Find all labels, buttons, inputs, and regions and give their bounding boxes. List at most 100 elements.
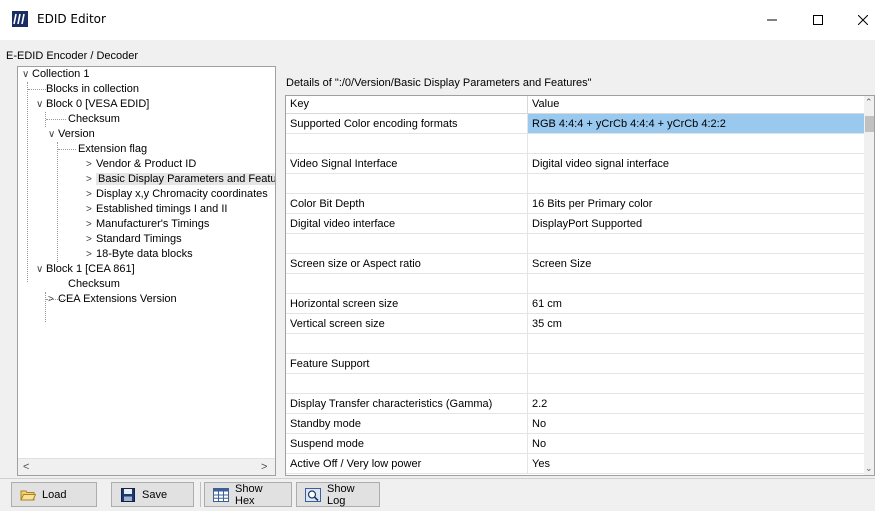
minimize-button[interactable] bbox=[749, 0, 795, 40]
chevron-right-icon[interactable]: > bbox=[86, 217, 96, 232]
cell-divider bbox=[527, 294, 528, 314]
row-key: Display Transfer characteristics (Gamma) bbox=[290, 398, 493, 410]
table-row[interactable]: Video Signal Interface Digital video sign… bbox=[286, 154, 864, 174]
cell-divider bbox=[527, 354, 528, 374]
tree-item-collection[interactable]: ∨ Collection 1 bbox=[22, 67, 89, 82]
show-log-button-label: Show Log bbox=[327, 482, 355, 507]
tree-view[interactable]: ∨ Collection 1 Blocks in collection ∨ Bloc… bbox=[17, 66, 276, 476]
scroll-left-button[interactable]: < bbox=[23, 461, 29, 473]
table-header: Key Value bbox=[286, 96, 864, 114]
tree-item-block-1[interactable]: ∨ Block 1 [CEA 861] bbox=[36, 262, 135, 277]
tree-item-18-byte-data-blocks[interactable]: >18-Byte data blocks bbox=[86, 247, 193, 262]
cell-divider bbox=[527, 394, 528, 414]
chevron-right-icon[interactable]: > bbox=[48, 292, 58, 307]
tree-item-chromacity-coordinates[interactable]: > Display x,y Chromacity coordinates bbox=[86, 187, 268, 202]
row-key: Video Signal Interface bbox=[290, 158, 398, 170]
table-row[interactable] bbox=[286, 234, 864, 254]
cell-divider bbox=[527, 414, 528, 434]
scroll-right-button[interactable]: > bbox=[261, 461, 267, 473]
row-key: Horizontal screen size bbox=[290, 298, 399, 310]
group-title: E-EDID Encoder / Decoder bbox=[6, 50, 139, 62]
row-key: Supported Color encoding formats bbox=[290, 118, 458, 130]
cell-divider bbox=[527, 214, 528, 234]
horizontal-scrollbar[interactable]: < > bbox=[18, 458, 275, 475]
maximize-button[interactable] bbox=[795, 0, 841, 40]
save-button[interactable]: Save bbox=[111, 482, 194, 507]
chevron-right-icon[interactable]: > bbox=[86, 172, 96, 187]
window-title: EDID Editor bbox=[37, 12, 106, 26]
chevron-right-icon[interactable]: > bbox=[86, 157, 96, 172]
tree-item-cea-extensions-version[interactable]: > CEA Extensions Version bbox=[48, 292, 177, 307]
row-key: Vertical screen size bbox=[290, 318, 385, 330]
table-row[interactable]: Suspend mode No bbox=[286, 434, 864, 454]
tree-connector bbox=[57, 142, 58, 262]
title-bar: EDID Editor bbox=[0, 0, 875, 40]
table-row[interactable] bbox=[286, 374, 864, 394]
show-log-button[interactable]: Show Log bbox=[296, 482, 380, 507]
table-row[interactable]: Vertical screen size 35 cm bbox=[286, 314, 864, 334]
chevron-down-icon[interactable]: ∨ bbox=[36, 262, 46, 277]
app-logo-icon bbox=[12, 11, 28, 27]
tree-item-standard-timings[interactable]: > Standard Timings bbox=[86, 232, 182, 247]
cell-divider bbox=[527, 274, 528, 294]
tree-item-block-0[interactable]: ∨ Block 0 [VESA EDID] bbox=[36, 97, 149, 112]
details-table[interactable]: Key Value Supported Color encoding forma… bbox=[285, 95, 875, 476]
table-row[interactable]: Display Transfer characteristics (Gamma)… bbox=[286, 394, 864, 414]
tree-item-blocks-in-collection[interactable]: Blocks in collection bbox=[36, 82, 139, 97]
table-row[interactable]: Feature Support bbox=[286, 354, 864, 374]
chevron-down-icon[interactable]: ∨ bbox=[48, 127, 58, 142]
tree-connector bbox=[27, 82, 28, 282]
table-row[interactable]: Supported Color encoding formats RGB 4:4:… bbox=[286, 114, 864, 134]
tree-item-checksum[interactable]: Checksum bbox=[58, 112, 120, 127]
table-row[interactable]: Digital video interface DisplayPort Suppo… bbox=[286, 214, 864, 234]
cell-divider bbox=[527, 374, 528, 394]
row-key: Standby mode bbox=[290, 418, 361, 430]
scroll-up-icon[interactable]: ⌃ bbox=[865, 97, 873, 108]
cell-divider bbox=[527, 454, 528, 474]
tree-item-manufacturers-timings[interactable]: > Manufacturer's Timings bbox=[86, 217, 209, 232]
tree-item-extension-flag[interactable]: Extension flag bbox=[68, 142, 147, 157]
row-value: No bbox=[532, 438, 547, 450]
table-row[interactable]: Screen size or Aspect ratio Screen Size bbox=[286, 254, 864, 274]
column-header-value[interactable]: Value bbox=[532, 98, 559, 110]
chevron-right-icon[interactable]: > bbox=[86, 247, 96, 262]
load-button[interactable]: Load bbox=[11, 482, 97, 507]
tree-item-established-timings[interactable]: > Established timings I and II bbox=[86, 202, 227, 217]
chevron-right-icon[interactable]: > bbox=[86, 232, 96, 247]
table-row[interactable]: Standby mode No bbox=[286, 414, 864, 434]
show-hex-button[interactable]: Show Hex bbox=[204, 482, 292, 507]
row-value: 35 cm bbox=[532, 318, 562, 330]
table-row[interactable]: Active Off / Very low power Yes bbox=[286, 454, 864, 474]
column-header-key[interactable]: Key bbox=[290, 98, 309, 110]
tree-item-version[interactable]: ∨ Version bbox=[48, 127, 95, 142]
folder-open-icon bbox=[20, 488, 37, 502]
chevron-right-icon[interactable]: > bbox=[86, 187, 96, 202]
vertical-scrollbar[interactable]: ⌃ ⌄ bbox=[864, 96, 874, 475]
table-row[interactable] bbox=[286, 274, 864, 294]
main-window: E-EDID Encoder / Decoder ∨ Collection 1 B… bbox=[0, 40, 875, 511]
table-row[interactable] bbox=[286, 334, 864, 354]
table-grid-icon bbox=[213, 487, 229, 502]
close-button[interactable] bbox=[840, 0, 875, 40]
row-key: Active Off / Very low power bbox=[290, 458, 422, 470]
tree-item-vendor-product-id[interactable]: > Vendor & Product ID bbox=[86, 157, 196, 172]
chevron-down-icon[interactable]: ∨ bbox=[22, 67, 32, 82]
table-row[interactable] bbox=[286, 174, 864, 194]
row-value: RGB 4:4:4 + yCrCb 4:4:4 + yCrCb 4:2:2 bbox=[532, 118, 726, 130]
scrollbar-thumb[interactable] bbox=[865, 116, 874, 132]
cell-divider bbox=[527, 254, 528, 274]
table-row[interactable] bbox=[286, 134, 864, 154]
tree-item-checksum[interactable]: Checksum bbox=[58, 277, 120, 292]
cell-divider bbox=[527, 174, 528, 194]
cell-divider bbox=[527, 114, 528, 134]
scroll-down-icon[interactable]: ⌄ bbox=[865, 463, 873, 474]
floppy-disk-icon bbox=[120, 487, 136, 502]
chevron-down-icon[interactable]: ∨ bbox=[36, 97, 46, 112]
row-value: Screen Size bbox=[532, 258, 592, 270]
chevron-right-icon[interactable]: > bbox=[86, 202, 96, 217]
tree-item-basic-display-parameters[interactable]: > Basic Display Parameters and Featu bbox=[86, 172, 275, 187]
load-button-label: Load bbox=[42, 488, 67, 501]
row-key: Suspend mode bbox=[290, 438, 364, 450]
table-row[interactable]: Color Bit Depth 16 Bits per Primary color bbox=[286, 194, 864, 214]
table-row[interactable]: Horizontal screen size 61 cm bbox=[286, 294, 864, 314]
